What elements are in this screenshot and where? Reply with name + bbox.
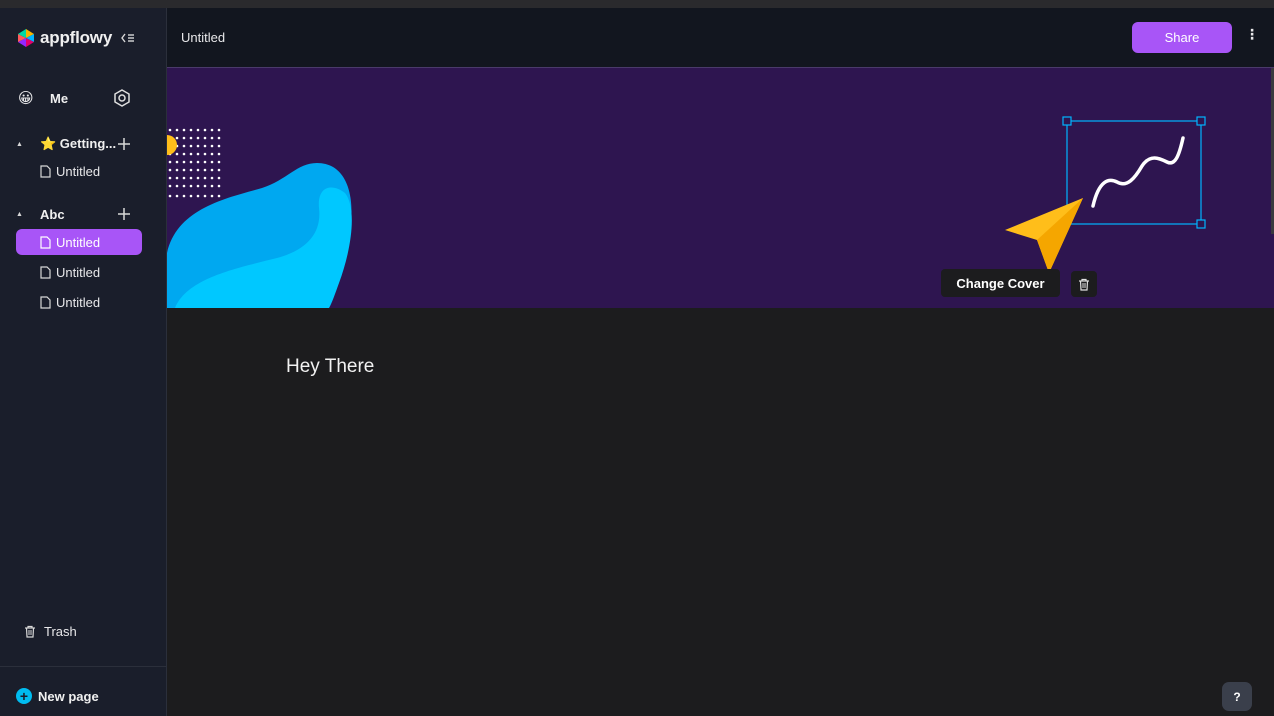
document-icon: [40, 235, 51, 249]
app-logo-text: appflowy: [40, 28, 113, 47]
page-label: Untitled: [56, 264, 101, 280]
more-options-button[interactable]: ⋮: [1245, 26, 1259, 48]
document-icon: [40, 265, 51, 279]
trash-label: Trash: [44, 624, 77, 639]
add-circle-icon: +: [16, 688, 32, 704]
add-page-icon[interactable]: [116, 206, 132, 222]
sidebar-divider: [0, 666, 166, 667]
document-icon: [40, 295, 51, 309]
page-label: Untitled: [56, 163, 101, 179]
sidebar-page-item[interactable]: Untitled: [16, 158, 142, 184]
sidebar-page-item-active[interactable]: Untitled: [16, 229, 142, 255]
document-header: Untitled Share ⋮: [167, 8, 1274, 68]
collapse-sidebar-icon: [121, 33, 134, 43]
change-cover-button[interactable]: Change Cover: [941, 269, 1060, 297]
document-icon: [40, 164, 51, 178]
delete-cover-button[interactable]: [1071, 271, 1097, 297]
sidebar-section-getting-started[interactable]: ▲ ⭐ Getting...: [16, 133, 142, 155]
document-title: Untitled: [181, 30, 226, 45]
trash-button[interactable]: Trash: [24, 624, 77, 639]
sidebar-page-item[interactable]: Untitled: [16, 289, 142, 315]
new-page-label: New page: [38, 688, 99, 704]
appflowy-logo-icon: [18, 29, 34, 47]
page-label: Untitled: [56, 234, 101, 250]
share-button[interactable]: Share: [1132, 22, 1232, 53]
app-logo: appflowy: [16, 27, 112, 49]
collapse-sidebar-button[interactable]: [119, 30, 137, 46]
caret-down-icon[interactable]: ▲: [16, 211, 32, 218]
sidebar: appflowy 😀 Me ▲ ⭐ Getting... Untitled ▲ …: [0, 8, 167, 716]
section-label: Abc: [40, 206, 65, 222]
section-label: ⭐ Getting...: [40, 136, 117, 151]
cover-image[interactable]: Change Cover: [167, 68, 1274, 308]
new-page-button[interactable]: + New page: [16, 688, 99, 704]
add-page-icon[interactable]: [116, 136, 132, 152]
caret-down-icon[interactable]: ▲: [16, 141, 32, 148]
sidebar-section-abc[interactable]: ▲ Abc: [16, 203, 142, 225]
user-avatar-emoji: 😀: [18, 90, 34, 107]
help-button[interactable]: ?: [1222, 682, 1252, 711]
settings-button[interactable]: [112, 88, 132, 108]
cover-illustration: [167, 116, 1206, 308]
sidebar-page-item[interactable]: Untitled: [16, 259, 142, 285]
trash-icon: [25, 625, 35, 638]
page-label: Untitled: [56, 294, 101, 310]
settings-gear-icon: [114, 89, 130, 107]
user-name: Me: [50, 90, 69, 106]
window-top-strip: [0, 0, 1274, 8]
trash-icon: [1079, 278, 1089, 291]
document-heading[interactable]: Hey There: [286, 356, 374, 378]
